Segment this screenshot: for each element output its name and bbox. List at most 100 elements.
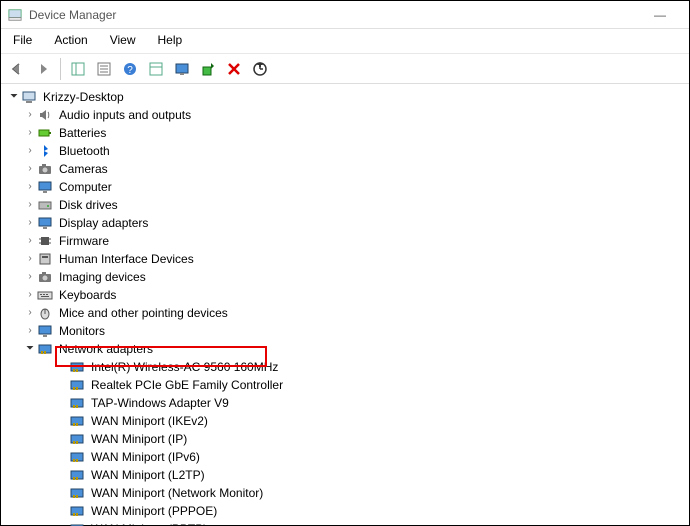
netcard-icon <box>37 341 53 357</box>
tree-device-label: WAN Miniport (PPTP) <box>89 520 209 526</box>
tree-category-label: Disk drives <box>57 196 120 214</box>
tree-category[interactable]: › Mice and other pointing devices <box>5 304 689 322</box>
monitor-icon <box>37 323 53 339</box>
tree-device[interactable]: WAN Miniport (IPv6) <box>5 448 689 466</box>
netcard-icon <box>69 395 85 411</box>
monitor-icon <box>37 179 53 195</box>
tree-device[interactable]: WAN Miniport (PPPOE) <box>5 502 689 520</box>
chevron-down-icon[interactable]: ⏷ <box>23 340 37 358</box>
monitor-icon <box>37 215 53 231</box>
tree-device-label: Realtek PCIe GbE Family Controller <box>89 376 285 394</box>
netcard-icon <box>69 377 85 393</box>
tree-device[interactable]: TAP-Windows Adapter V9 <box>5 394 689 412</box>
tree-category-label: Firmware <box>57 232 111 250</box>
tree-category[interactable]: › Computer <box>5 178 689 196</box>
tree-device-label: WAN Miniport (IKEv2) <box>89 412 210 430</box>
tree-device[interactable]: Realtek PCIe GbE Family Controller <box>5 376 689 394</box>
camera-icon <box>37 161 53 177</box>
show-hidden-devices-button[interactable] <box>144 57 168 81</box>
tree-device-label: Intel(R) Wireless-AC 9560 160MHz <box>89 358 280 376</box>
netcard-icon <box>69 467 85 483</box>
update-driver-button[interactable] <box>248 57 272 81</box>
tree-category[interactable]: › Display adapters <box>5 214 689 232</box>
back-button[interactable] <box>5 57 29 81</box>
tree-category[interactable]: ⏷ Network adapters <box>5 340 689 358</box>
tree-category-label: Imaging devices <box>57 268 148 286</box>
chevron-right-icon[interactable]: › <box>23 124 37 142</box>
tree-category-label: Cameras <box>57 160 110 178</box>
add-hardware-button[interactable] <box>196 57 220 81</box>
tree-category-label: Display adapters <box>57 214 150 232</box>
chevron-right-icon[interactable]: › <box>23 106 37 124</box>
tree-category-label: Audio inputs and outputs <box>57 106 193 124</box>
chevron-right-icon[interactable]: › <box>23 160 37 178</box>
menu-action[interactable]: Action <box>50 31 91 49</box>
chevron-right-icon[interactable]: › <box>23 304 37 322</box>
tree-device-label: WAN Miniport (Network Monitor) <box>89 484 265 502</box>
chevron-right-icon[interactable]: › <box>23 250 37 268</box>
bluetooth-icon <box>37 143 53 159</box>
speaker-icon <box>37 107 53 123</box>
netcard-icon <box>69 449 85 465</box>
tree-category-label: Keyboards <box>57 286 118 304</box>
chip-icon <box>37 233 53 249</box>
chevron-right-icon[interactable]: › <box>23 322 37 340</box>
chevron-right-icon[interactable]: › <box>23 286 37 304</box>
hid-icon <box>37 251 53 267</box>
device-tree[interactable]: ⏷ Krizzy-Desktop › Audio inputs and outpu… <box>1 84 689 526</box>
tree-category[interactable]: › Imaging devices <box>5 268 689 286</box>
tree-device[interactable]: WAN Miniport (Network Monitor) <box>5 484 689 502</box>
tree-device[interactable]: WAN Miniport (IP) <box>5 430 689 448</box>
tree-category[interactable]: › Firmware <box>5 232 689 250</box>
show-hide-console-tree-button[interactable] <box>66 57 90 81</box>
computer-icon <box>21 89 37 105</box>
tree-device[interactable]: WAN Miniport (PPTP) <box>5 520 689 526</box>
tree-category-label: Mice and other pointing devices <box>57 304 230 322</box>
titlebar: Device Manager — <box>1 1 689 29</box>
menu-view[interactable]: View <box>106 31 140 49</box>
forward-button[interactable] <box>31 57 55 81</box>
uninstall-button[interactable] <box>222 57 246 81</box>
chevron-right-icon[interactable]: › <box>23 142 37 160</box>
tree-device[interactable]: WAN Miniport (L2TP) <box>5 466 689 484</box>
tree-category[interactable]: › Bluetooth <box>5 142 689 160</box>
tree-root-label: Krizzy-Desktop <box>41 88 126 106</box>
menu-help[interactable]: Help <box>154 31 187 49</box>
netcard-icon <box>69 503 85 519</box>
tree-category[interactable]: › Monitors <box>5 322 689 340</box>
chevron-right-icon[interactable]: › <box>23 214 37 232</box>
tree-category-label: Human Interface Devices <box>57 250 196 268</box>
minimize-button[interactable]: — <box>637 1 683 29</box>
tree-category-label: Batteries <box>57 124 108 142</box>
chevron-right-icon[interactable]: › <box>23 268 37 286</box>
netcard-icon <box>69 431 85 447</box>
chevron-right-icon[interactable]: › <box>23 232 37 250</box>
tree-category[interactable]: › Keyboards <box>5 286 689 304</box>
chevron-down-icon[interactable]: ⏷ <box>7 88 21 106</box>
menu-file[interactable]: File <box>9 31 36 49</box>
mouse-icon <box>37 305 53 321</box>
tree-category-label: Monitors <box>57 322 107 340</box>
netcard-icon <box>69 521 85 526</box>
tree-category[interactable]: › Human Interface Devices <box>5 250 689 268</box>
tree-category[interactable]: › Audio inputs and outputs <box>5 106 689 124</box>
help-button[interactable]: ? <box>118 57 142 81</box>
tree-category[interactable]: › Cameras <box>5 160 689 178</box>
app-icon <box>7 7 23 23</box>
chevron-right-icon[interactable]: › <box>23 196 37 214</box>
tree-category[interactable]: › Disk drives <box>5 196 689 214</box>
chevron-right-icon[interactable]: › <box>23 178 37 196</box>
tree-category-label: Network adapters <box>57 340 155 358</box>
netcard-icon <box>69 413 85 429</box>
properties-button[interactable] <box>92 57 116 81</box>
netcard-icon <box>69 485 85 501</box>
tree-device-label: TAP-Windows Adapter V9 <box>89 394 231 412</box>
tree-category-label: Bluetooth <box>57 142 112 160</box>
tree-device-label: WAN Miniport (L2TP) <box>89 466 207 484</box>
tree-device[interactable]: WAN Miniport (IKEv2) <box>5 412 689 430</box>
tree-category[interactable]: › Batteries <box>5 124 689 142</box>
tree-root[interactable]: ⏷ Krizzy-Desktop <box>5 88 689 106</box>
tree-category-label: Computer <box>57 178 114 196</box>
scan-hardware-button[interactable] <box>170 57 194 81</box>
tree-device[interactable]: Intel(R) Wireless-AC 9560 160MHz <box>5 358 689 376</box>
